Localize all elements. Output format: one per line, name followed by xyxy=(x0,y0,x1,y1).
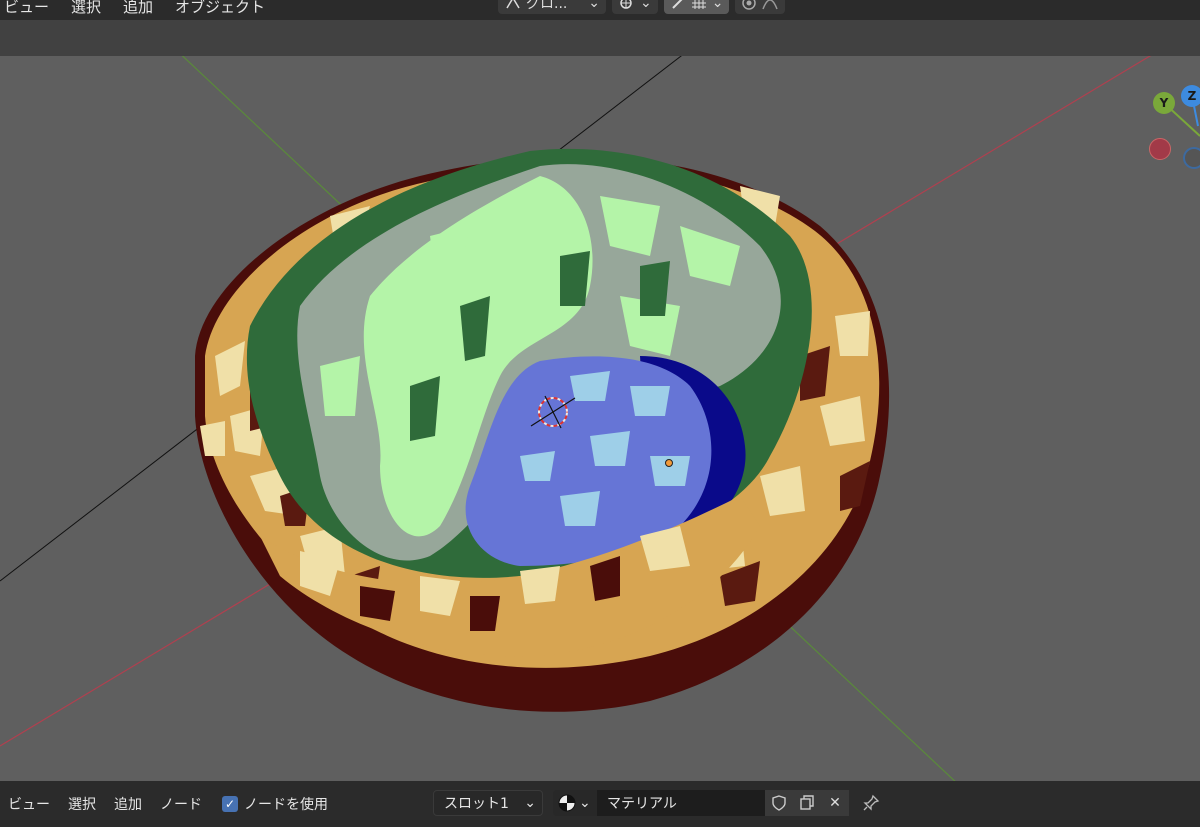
close-icon: ✕ xyxy=(829,795,841,811)
pin-icon xyxy=(863,794,880,811)
fake-user-button[interactable] xyxy=(765,790,793,816)
menu-node[interactable]: ノード xyxy=(160,794,202,814)
material-sphere-icon xyxy=(558,794,576,812)
bottom-menu: ビュー 選択 追加 ノード xyxy=(0,794,202,814)
transform-pivot-icon xyxy=(506,0,520,9)
use-nodes-toggle[interactable]: ✓ ノードを使用 xyxy=(222,794,328,814)
use-nodes-label: ノードを使用 xyxy=(244,797,328,813)
snap-icon xyxy=(672,0,683,9)
browse-material-button[interactable]: ⌄ xyxy=(553,790,597,816)
object-origin[interactable] xyxy=(665,459,673,467)
menu-select[interactable]: 選択 xyxy=(68,794,96,814)
menu-select[interactable]: 選択 xyxy=(71,0,101,17)
menu-add[interactable]: 追加 xyxy=(114,794,142,814)
view-gizmo-icon xyxy=(620,0,632,9)
checkbox-checked-icon[interactable]: ✓ xyxy=(222,796,238,812)
gizmo-neg-x-button[interactable] xyxy=(1149,138,1171,160)
scene-canvas xyxy=(0,56,1152,781)
shield-icon xyxy=(772,795,786,811)
slot-label: スロット1 xyxy=(444,796,509,812)
pin-button[interactable] xyxy=(858,790,884,816)
unlink-material-button[interactable]: ✕ xyxy=(821,790,849,816)
menu-add[interactable]: 追加 xyxy=(123,0,153,17)
chevron-down-icon: ⌄ xyxy=(524,795,536,811)
gizmo-y-axis-button[interactable]: Y xyxy=(1153,92,1175,114)
chevron-down-icon: ⌄ xyxy=(640,0,652,11)
chevron-down-icon: ⌄ xyxy=(711,0,724,11)
material-slot-dropdown[interactable]: スロット1 ⌄ xyxy=(433,790,543,816)
gizmo-y-label: Y xyxy=(1159,96,1169,110)
gizmo-z-axis-button[interactable]: Z xyxy=(1181,85,1200,107)
chevron-down-icon: ⌄ xyxy=(579,795,591,811)
duplicate-material-button[interactable] xyxy=(793,790,821,816)
falloff-icon xyxy=(762,0,779,10)
gizmo-neg-z-button[interactable] xyxy=(1183,147,1200,169)
menu-view[interactable]: ビュー xyxy=(4,0,49,17)
material-name: マテリアル xyxy=(607,796,677,812)
header-tools: グロ... ⌄ ⌄ ⌄ xyxy=(498,0,786,16)
orientation-label: グロ... xyxy=(526,0,568,12)
tool-header xyxy=(0,20,1200,56)
proportional-edit-toggle[interactable] xyxy=(735,0,786,14)
menu-object[interactable]: オブジェクト xyxy=(175,0,265,17)
snap-increment-icon xyxy=(691,0,706,9)
material-name-field[interactable]: マテリアル xyxy=(597,790,765,816)
proportional-edit-icon xyxy=(742,0,757,10)
top-menu: ビュー 選択 追加 オブジェクト xyxy=(0,0,265,17)
gizmo-z-label: Z xyxy=(1187,89,1197,103)
shader-editor-header: ビュー 選択 追加 ノード ✓ ノードを使用 スロット1 ⌄ ⌄ マテリアル ✕ xyxy=(0,781,1200,827)
3d-viewport[interactable]: Y Z xyxy=(0,56,1200,781)
chevron-down-icon: ⌄ xyxy=(588,0,600,11)
duplicate-icon xyxy=(800,795,814,810)
snap-toggle[interactable]: ⌄ xyxy=(663,0,730,14)
transform-orientation-dropdown[interactable]: グロ... ⌄ xyxy=(498,0,606,14)
viewport-header: ビュー 選択 追加 オブジェクト グロ... ⌄ ⌄ ⌄ xyxy=(0,0,1200,20)
view-gizmo-button[interactable]: ⌄ xyxy=(612,0,658,14)
menu-view[interactable]: ビュー xyxy=(8,794,50,814)
